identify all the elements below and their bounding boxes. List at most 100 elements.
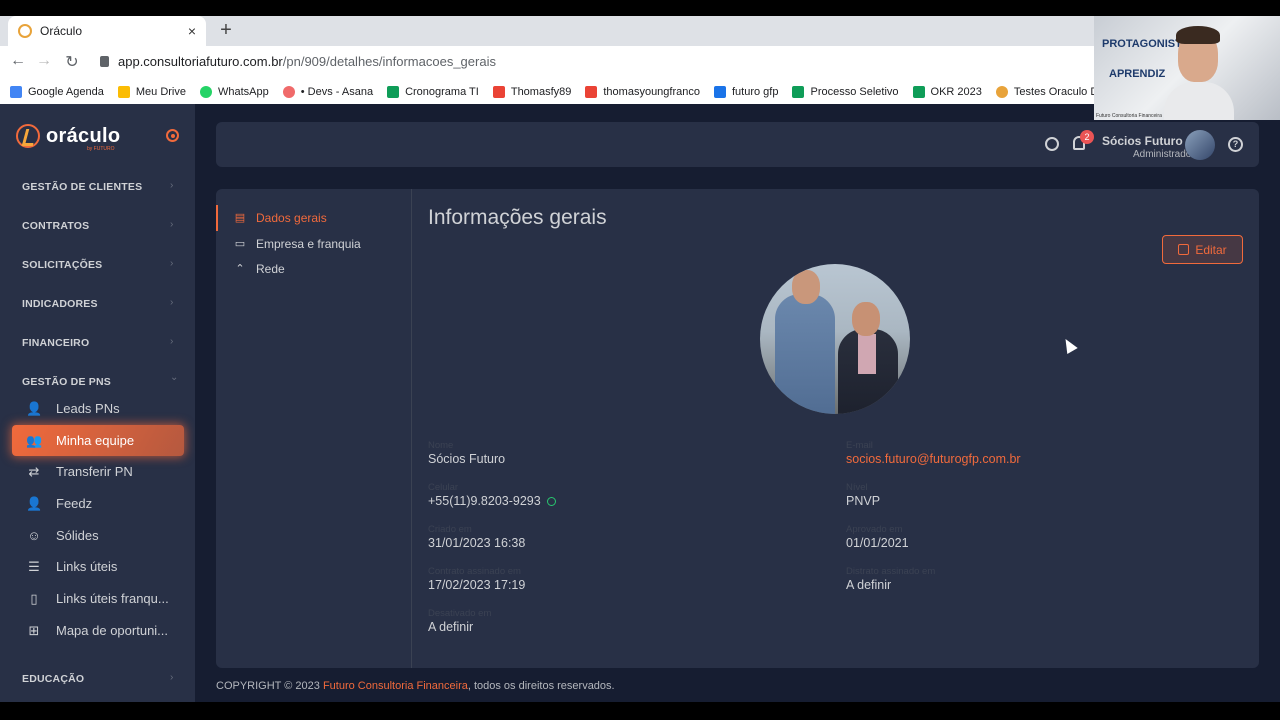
sidebar: oráculo by FUTURO GESTÃO DE CLIENTES › C… xyxy=(0,104,195,702)
help-icon[interactable]: ? xyxy=(1228,137,1243,152)
close-tab-icon[interactable]: × xyxy=(188,23,196,39)
field-label-desativado: Desativado em xyxy=(428,608,492,619)
edit-button[interactable]: Editar xyxy=(1162,235,1243,264)
whatsapp-icon[interactable] xyxy=(546,497,556,507)
footer-company-link[interactable]: Futuro Consultoria Financeira xyxy=(323,680,468,692)
address-bar[interactable]: app.consultoriafuturo.com.br/pn/909/deta… xyxy=(100,54,496,69)
section-solicitacoes[interactable]: SOLICITAÇÕES xyxy=(22,259,102,271)
file-text-icon: ▤ xyxy=(234,212,246,224)
user-name[interactable]: Sócios Futuro xyxy=(1102,134,1183,148)
gmail-icon xyxy=(492,86,505,98)
footer: COPYRIGHT © 2023 Futuro Consultoria Fina… xyxy=(216,680,615,692)
oraculo-favicon-icon xyxy=(995,86,1008,98)
back-arrow-icon[interactable]: ← xyxy=(8,52,28,70)
app: oráculo by FUTURO GESTÃO DE CLIENTES › C… xyxy=(0,104,1280,702)
section-indicadores[interactable]: INDICADORES xyxy=(22,298,98,310)
bookmark-google-agenda[interactable]: Google Agenda xyxy=(10,86,104,98)
bookmark-okr[interactable]: OKR 2023 xyxy=(912,86,982,98)
edit-icon xyxy=(1178,244,1190,255)
field-label-aprovado: Aprovado em xyxy=(846,524,903,535)
bookmark-futuro-gfp[interactable]: futuro gfp xyxy=(714,86,778,98)
field-value-nome: Sócios Futuro xyxy=(428,452,506,466)
field-label-contrato: Contrato assinado em xyxy=(428,566,521,577)
chevrons-up-icon: ⌃ xyxy=(235,263,245,275)
avatar[interactable] xyxy=(1185,130,1215,160)
sidebar-item-links-franquia[interactable]: ▯ Links úteis franqu... xyxy=(12,583,184,614)
bookmark-label: Meu Drive xyxy=(135,86,186,98)
sidebar-item-label: Links úteis franqu... xyxy=(56,591,169,606)
repeat-icon: ⇄ xyxy=(28,463,40,479)
browser-toolbar: ← → ↻ app.consultoriafuturo.com.br/pn/90… xyxy=(0,46,1280,80)
field-label-celular: Celular xyxy=(428,482,459,493)
section-educacao[interactable]: EDUCAÇÃO xyxy=(22,673,84,685)
field-value-contrato: 17/02/2023 17:19 xyxy=(428,578,526,592)
lock-icon xyxy=(100,56,109,67)
section-gestao-pns[interactable]: GESTÃO DE PNS xyxy=(22,376,111,388)
section-gestao-clientes[interactable]: GESTÃO DE CLIENTES xyxy=(22,181,142,193)
brand-logo[interactable]: oráculo by FUTURO xyxy=(16,124,121,152)
section-contratos[interactable]: CONTRATOS xyxy=(22,220,89,232)
footer-suffix: , todos os direitos reservados. xyxy=(467,680,615,692)
mail-icon xyxy=(714,86,726,98)
chevron-right-icon: › xyxy=(170,336,174,347)
bookmarks-bar: Google Agenda Meu Drive WhatsApp • Devs … xyxy=(0,80,1280,104)
sidebar-item-minha-equipe[interactable]: 👥 Minha equipe xyxy=(12,425,184,456)
subnav-empresa-franquia[interactable]: ▭ Empresa e franquia xyxy=(216,231,412,257)
sheets-icon xyxy=(387,86,400,98)
bookmark-label: OKR 2023 xyxy=(930,86,982,98)
field-label-distrato: Distrato assinado em xyxy=(846,566,936,577)
footer-copyright: COPYRIGHT © 2023 xyxy=(216,680,320,692)
browser-tab[interactable]: Oráculo × xyxy=(8,16,206,46)
subnav-dados-gerais[interactable]: ▤ Dados gerais xyxy=(216,205,412,231)
field-value-desativado: A definir xyxy=(428,620,474,634)
sidebar-item-transferir-pn[interactable]: ⇄ Transferir PN xyxy=(12,456,184,487)
sidebar-item-solides[interactable]: ☺ Sólides xyxy=(12,520,184,551)
field-label-email: E-mail xyxy=(846,440,873,451)
sidebar-item-links-uteis[interactable]: ☰ Links úteis xyxy=(12,551,184,582)
bookmark-asana[interactable]: • Devs - Asana xyxy=(282,86,373,98)
screen: Oráculo × + ← → ↻ app.consultoriafuturo.… xyxy=(0,0,1280,720)
brand-sub: by FUTURO xyxy=(87,146,115,152)
section-financeiro[interactable]: FINANCEIRO xyxy=(22,337,89,349)
chevron-right-icon: › xyxy=(170,180,174,191)
bookmark-thomasfy[interactable]: Thomasfy89 xyxy=(492,86,572,98)
bookmark-whatsapp[interactable]: WhatsApp xyxy=(199,86,269,98)
field-label-nome: Nome xyxy=(428,440,454,451)
chevron-right-icon: › xyxy=(170,258,174,269)
tab-title: Oráculo xyxy=(40,24,83,38)
whatsapp-icon xyxy=(199,86,212,98)
brand-name: oráculo xyxy=(46,124,121,147)
calendar-icon xyxy=(10,86,22,98)
bookmark-label: Thomasfy89 xyxy=(510,86,572,98)
archive-icon: ▭ xyxy=(234,238,246,250)
reload-icon[interactable]: ↻ xyxy=(62,52,82,72)
drive-icon xyxy=(117,86,130,98)
forward-arrow-icon[interactable]: → xyxy=(34,52,54,70)
sidebar-item-mapa-oportunidades[interactable]: ⊞ Mapa de oportuni... xyxy=(12,615,184,646)
sun-icon[interactable] xyxy=(1045,137,1059,151)
bookmark-label: WhatsApp xyxy=(217,86,269,98)
sidebar-item-label: Links úteis xyxy=(56,559,118,574)
main-content: 2 Sócios Futuro Administrador ? ▤ Dados … xyxy=(195,104,1280,702)
oraculo-logo-icon xyxy=(16,124,40,148)
sidebar-item-leads-pns[interactable]: 👤 Leads PNs xyxy=(12,393,184,424)
new-tab-button[interactable]: + xyxy=(216,19,236,42)
users-icon: 👥 xyxy=(26,432,43,448)
top-navbar: 2 Sócios Futuro Administrador ? xyxy=(216,122,1259,167)
webcam-caption: Futuro Consultoria Financeira xyxy=(1096,113,1162,119)
sidebar-pin-icon[interactable] xyxy=(166,129,179,142)
sidebar-item-feedz[interactable]: 👤 Feedz xyxy=(12,488,184,519)
field-value-nivel: PNVP xyxy=(846,494,881,508)
field-value-celular: +55(11)9.8203-9293 xyxy=(428,494,541,508)
bookmark-cronograma[interactable]: Cronograma TI xyxy=(387,86,479,98)
chevron-right-icon: › xyxy=(170,672,174,683)
notification-badge: 2 xyxy=(1080,130,1094,144)
subnav-label: Dados gerais xyxy=(256,211,327,225)
sidebar-item-label: Feedz xyxy=(56,496,93,511)
bookmark-meu-drive[interactable]: Meu Drive xyxy=(117,86,186,98)
bookmark-processo-seletivo[interactable]: Processo Seletivo xyxy=(792,86,899,98)
subnav-label: Empresa e franquia xyxy=(256,237,361,251)
subnav-rede[interactable]: ⌃ Rede xyxy=(216,256,412,282)
field-value-email[interactable]: socios.futuro@futurogfp.com.br xyxy=(846,452,1021,466)
bookmark-thomasyoung[interactable]: thomasyoungfranco xyxy=(585,86,700,98)
